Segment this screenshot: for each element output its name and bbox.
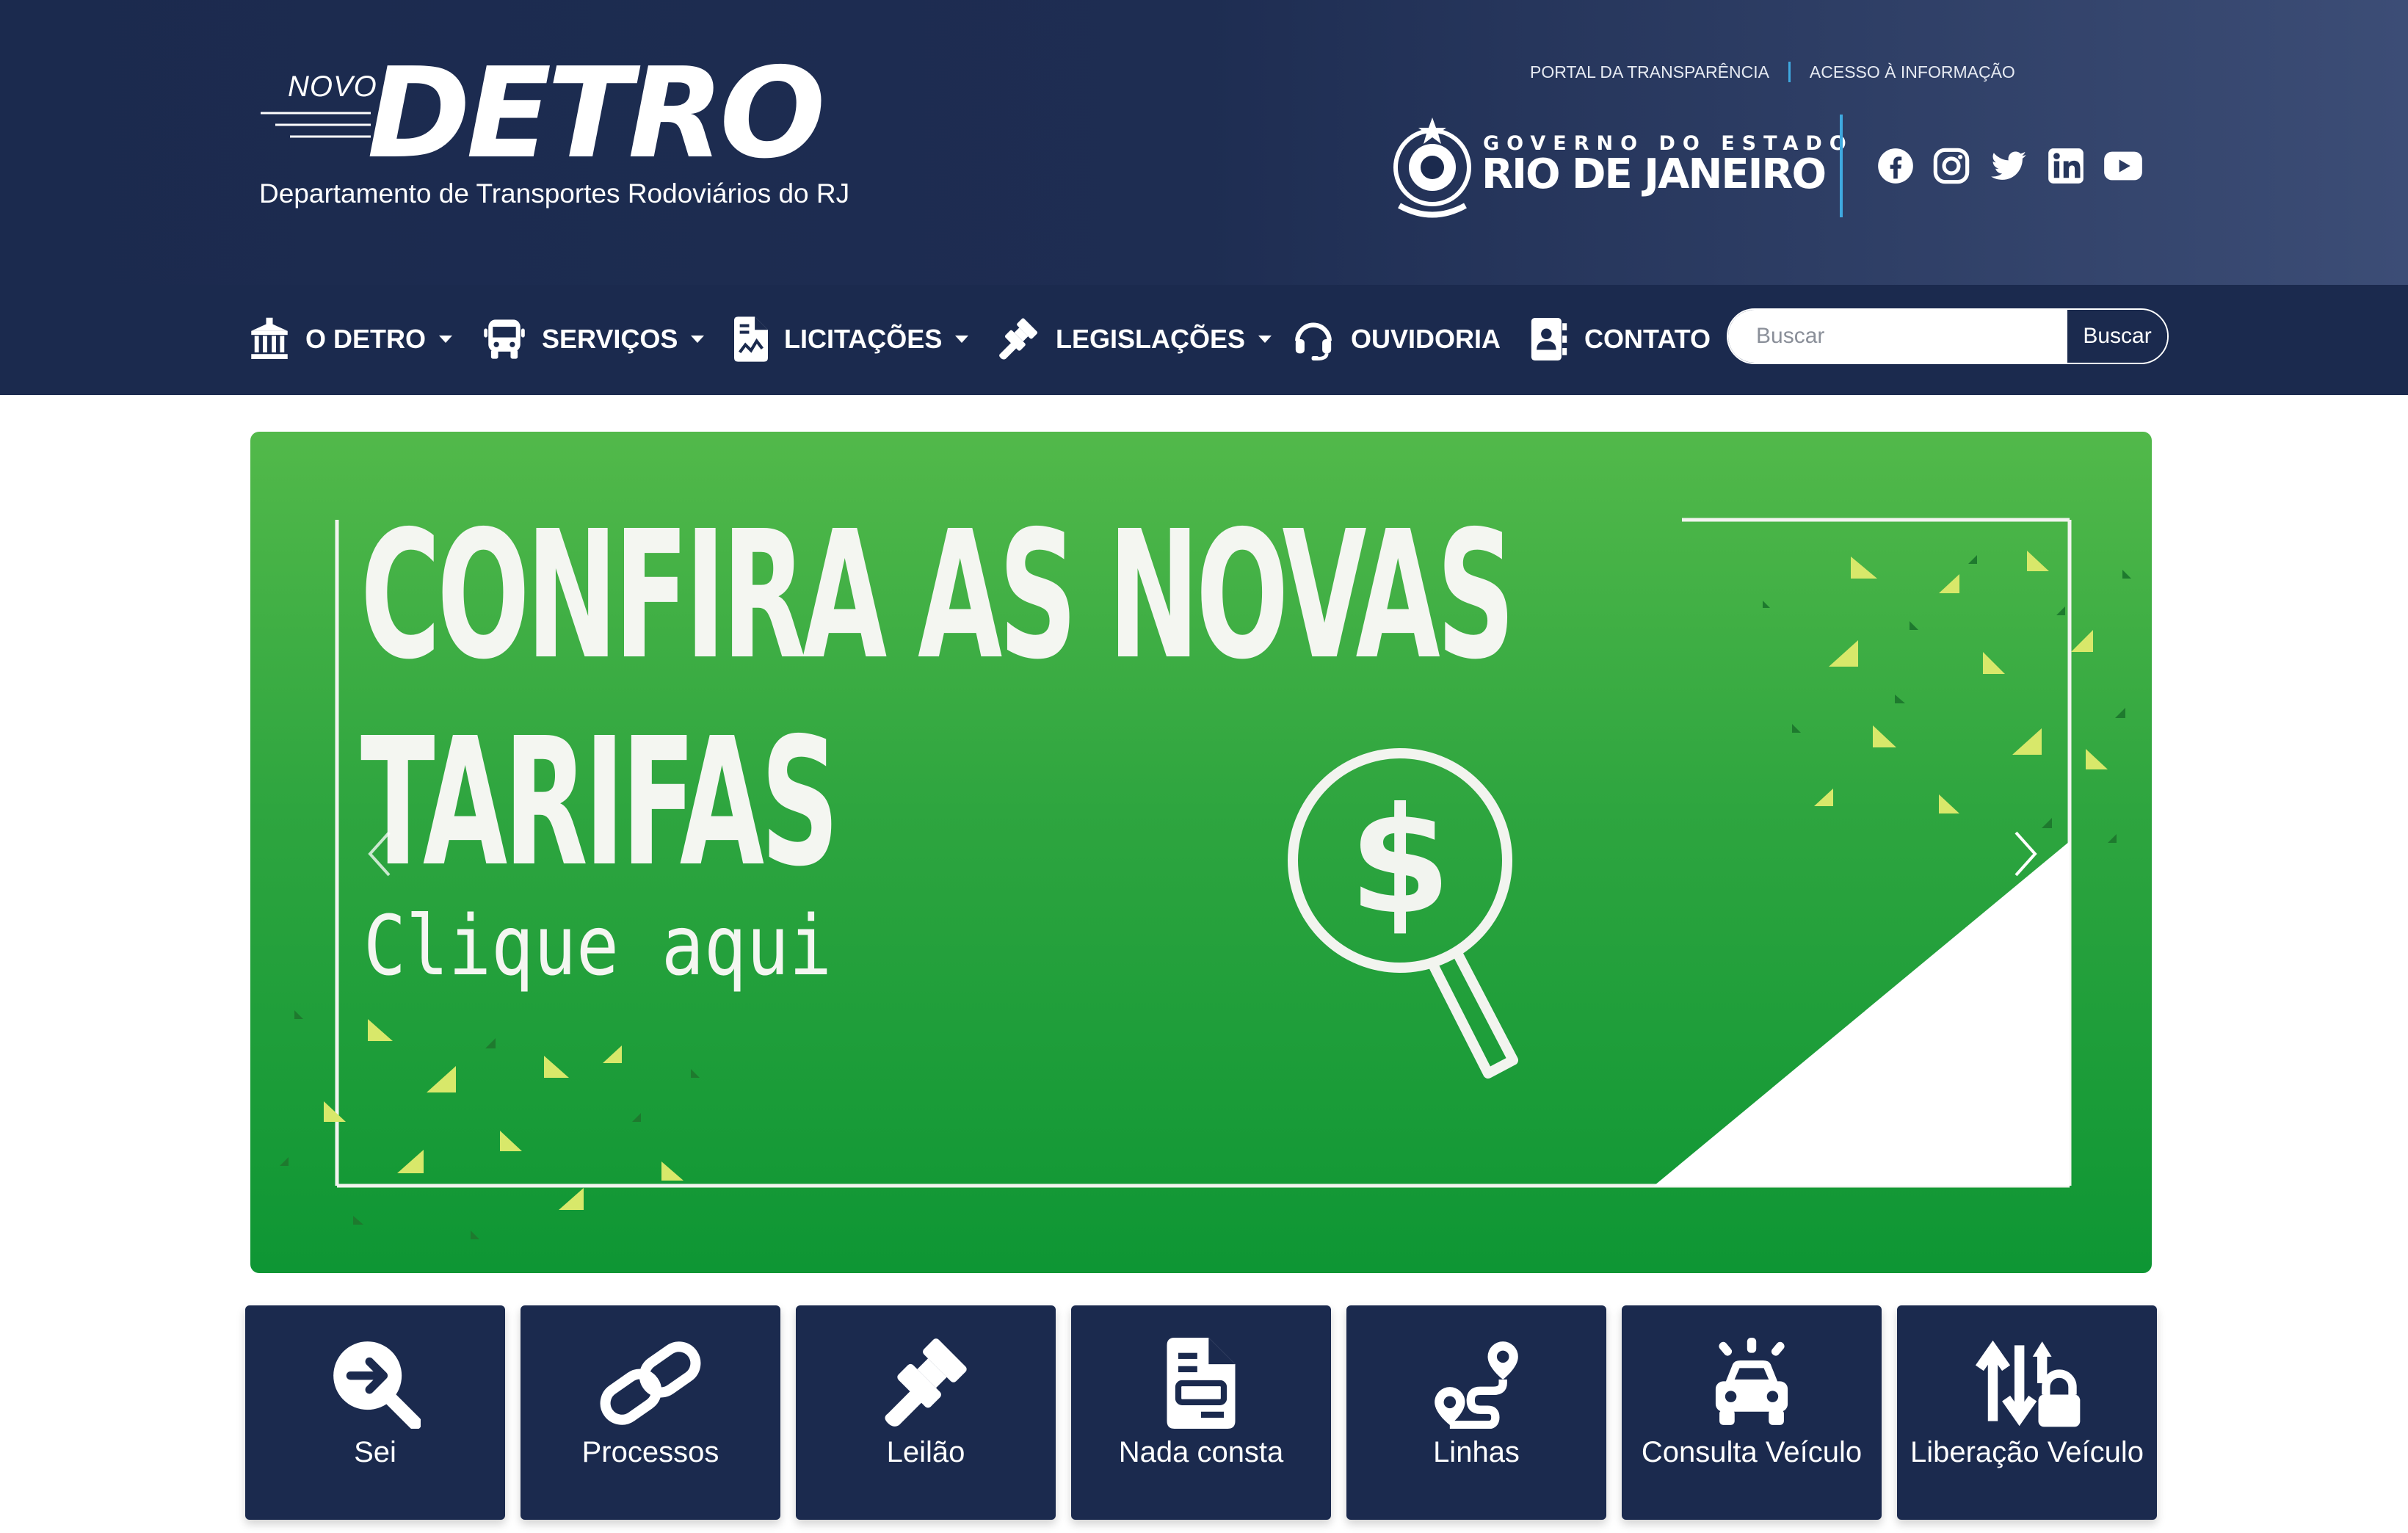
tile-label-leilao: Leilão — [886, 1436, 965, 1468]
carousel-prev-icon[interactable] — [364, 828, 394, 880]
car-alert-icon — [1715, 1338, 1788, 1425]
gavel-icon — [999, 318, 1038, 360]
facebook-icon[interactable] — [1876, 147, 1915, 185]
nav-item-contato[interactable]: CONTATO — [1530, 317, 1711, 361]
information-access-link[interactable]: ACESSO À INFORMAÇÃO — [1810, 62, 2015, 82]
nav-label-licitacoes: LICITAÇÕES — [784, 324, 943, 354]
instagram-icon[interactable] — [1932, 147, 1970, 185]
tile-label-nada-consta: Nada consta — [1118, 1436, 1284, 1468]
tile-label-consulta-veiculo: Consulta Veículo — [1641, 1436, 1863, 1468]
twitter-icon[interactable] — [1990, 147, 2028, 185]
nav-item-legislacoes[interactable]: LEGISLAÇÕES — [997, 317, 1272, 361]
banner-cta: Clique aqui — [363, 899, 832, 994]
tile-label-liberacao-veiculo: Liberação Veículo — [1910, 1436, 2144, 1468]
nav-label-o-detro: O DETRO — [305, 324, 427, 354]
document-icon — [1167, 1338, 1236, 1429]
banner-title: CONFIRA AS NOVAS TARIFAS — [360, 492, 1515, 906]
nav-item-servicos[interactable]: SERVIÇOS — [483, 317, 705, 361]
logo-speed-lines — [261, 112, 371, 138]
contact-icon — [1531, 318, 1567, 360]
tile-nada-consta[interactable]: Nada consta — [1071, 1305, 1331, 1520]
bus-icon — [484, 319, 525, 359]
transparency-portal-link[interactable]: PORTAL DA TRANSPARÊNCIA — [1530, 62, 1769, 82]
document-icon — [734, 316, 768, 362]
chevron-down-icon — [691, 336, 705, 343]
nav-item-ouvidoria[interactable]: OUVIDORIA — [1292, 317, 1501, 361]
youtube-icon[interactable] — [2103, 147, 2144, 185]
search-button[interactable]: Buscar — [2067, 310, 2167, 363]
tile-processos[interactable]: Processos — [521, 1305, 780, 1520]
nav-label-ouvidoria: OUVIDORIA — [1351, 324, 1501, 354]
header-divider — [1840, 115, 1843, 217]
tile-consulta-veiculo[interactable]: Consulta Veículo — [1622, 1305, 1882, 1520]
nav-label-servicos: SERVIÇOS — [542, 324, 678, 354]
chevron-down-icon — [1258, 336, 1272, 343]
search-form: Buscar — [1727, 308, 2169, 364]
hero-banner[interactable]: $ CONFIRA AS NOVAS TARIFAS Clique aqui — [250, 432, 2152, 1273]
arrow-magnifier-icon — [333, 1341, 421, 1429]
linkedin-icon[interactable] — [2047, 147, 2085, 185]
tile-sei[interactable]: Sei — [245, 1305, 505, 1520]
logo-detro-text: DETRO — [367, 41, 826, 186]
tile-liberacao-veiculo[interactable]: Liberação Veículo — [1897, 1305, 2157, 1520]
tile-leilao[interactable]: Leilão — [796, 1305, 1056, 1520]
sort-lock-icon — [1975, 1340, 2081, 1427]
route-icon — [1435, 1341, 1518, 1429]
nav-item-licitacoes[interactable]: LICITAÇÕES — [734, 316, 969, 362]
tile-label-sei: Sei — [354, 1436, 396, 1468]
site-header — [0, 0, 2408, 285]
banner-title-line1: CONFIRA AS NOVAS — [360, 493, 1515, 698]
chevron-down-icon — [955, 336, 969, 343]
chevron-down-icon — [439, 336, 453, 343]
search-input[interactable] — [1728, 310, 2067, 363]
link-icon — [600, 1341, 701, 1425]
nav-label-legislacoes: LEGISLAÇÕES — [1056, 324, 1246, 354]
nav-item-o-detro[interactable]: O DETRO — [250, 317, 453, 361]
logo-subtitle: Departamento de Transportes Rodoviários … — [259, 178, 850, 209]
top-links-divider — [1788, 62, 1791, 82]
building-icon — [251, 317, 288, 359]
gavel-icon — [885, 1338, 967, 1427]
banner-title-line2: TARIFAS — [360, 700, 839, 905]
carousel-next-icon[interactable] — [2012, 828, 2041, 880]
nav-label-contato: CONTATO — [1584, 324, 1711, 354]
tile-label-linhas: Linhas — [1433, 1436, 1520, 1468]
tile-linhas[interactable]: Linhas — [1346, 1305, 1606, 1520]
tile-label-processos: Processos — [581, 1436, 719, 1468]
gov-state-name: RIO DE JANEIRO — [1482, 151, 1827, 198]
top-links: PORTAL DA TRANSPARÊNCIA ACESSO À INFORMA… — [1530, 62, 2015, 82]
logo-novo-text: NOVO — [288, 70, 377, 103]
headset-icon — [1295, 322, 1332, 360]
rj-coat-of-arms-icon[interactable] — [1385, 110, 1480, 228]
